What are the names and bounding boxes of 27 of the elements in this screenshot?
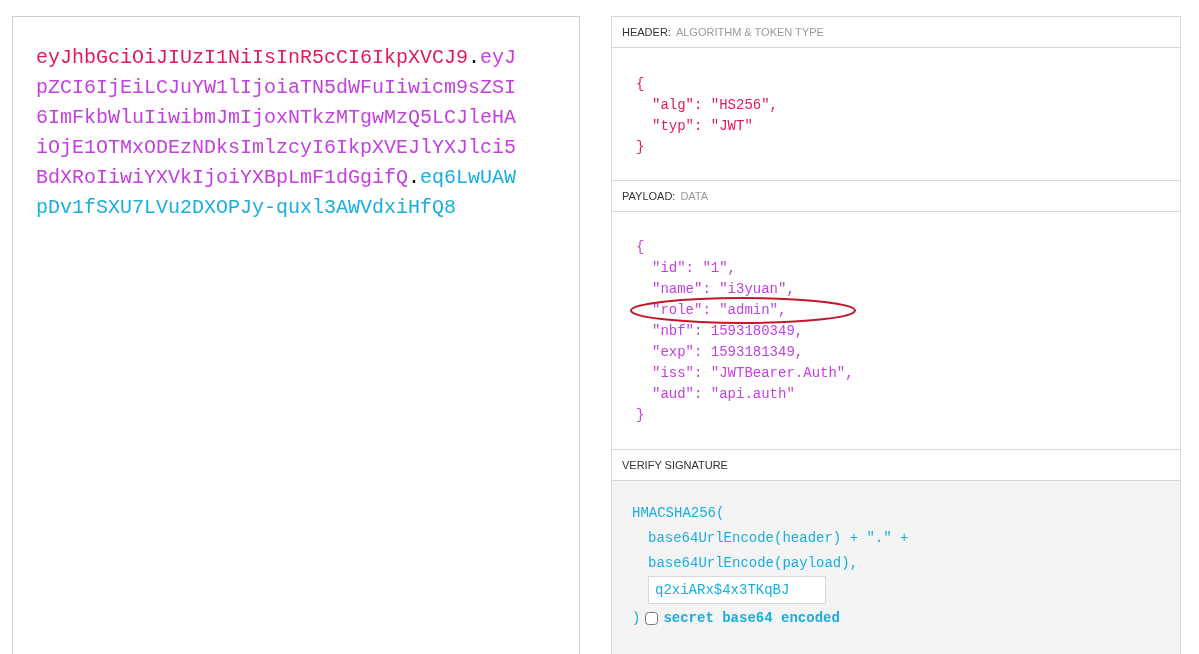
section-title: VERIFY SIGNATURE: [622, 459, 728, 471]
section-subtitle: DATA: [680, 190, 709, 202]
code-line: "alg": "HS256",: [652, 96, 779, 115]
code-line: "iss": "JWTBearer.Auth",: [652, 364, 854, 383]
code-line: "role": "admin",: [652, 300, 787, 321]
encoded-token-text: eyJhbGciOiJIUzI1NiIsInR5cCI6IkpXVCJ9.eyJpZCI6IjEiLCJuYW1lIjoiaTN5dWFuIiwicm9sZSI6ImFkbWluIiwibmJmIjoxNTkzMTgwMzQ5LCJleHAiOjE1OTMxODEzNDksImlzcyI6IkpXVEJlYXJlci5BdXRoIiwiYXVkIjoiYXBpLmF1dGgifQ.eq6LwUAWpDv1fSXU7LVu2DXOPJy-quxl3AWVdxiHfQ8: [36, 45, 518, 221]
code-line: "id": "1",: [652, 259, 736, 278]
code-line: "nbf": 1593180349,: [652, 322, 804, 341]
code-line: "aud": "api.auth": [652, 385, 795, 404]
base64-checkbox[interactable]: [645, 611, 659, 625]
token-editor[interactable]: [12, 16, 580, 654]
code-line: HMACSHA256(: [632, 504, 725, 523]
section-title: HEADER:: [622, 26, 671, 38]
checkbox-label[interactable]: secret base64 encoded: [663, 605, 840, 631]
code-line: "name": "i3yuan",: [652, 280, 795, 299]
code-line: base64UrlEncode(header) + "." +: [648, 529, 909, 548]
code-line: }: [636, 138, 645, 157]
code-line: ): [632, 608, 641, 628]
code-line: "exp": 1593181349,: [652, 343, 804, 362]
section-title: PAYLOAD:: [622, 190, 676, 202]
code-line: base64UrlEncode(payload),: [648, 554, 859, 573]
secret-input[interactable]: q2xiARx$4x3TKqBJ: [648, 576, 826, 604]
code-line: }: [636, 406, 645, 425]
code-line: "typ": "JWT": [652, 117, 753, 136]
code-line: {: [636, 75, 645, 94]
code-line: {: [636, 238, 645, 257]
section-subtitle: ALGORITHM & TOKEN TYPE: [675, 26, 824, 38]
